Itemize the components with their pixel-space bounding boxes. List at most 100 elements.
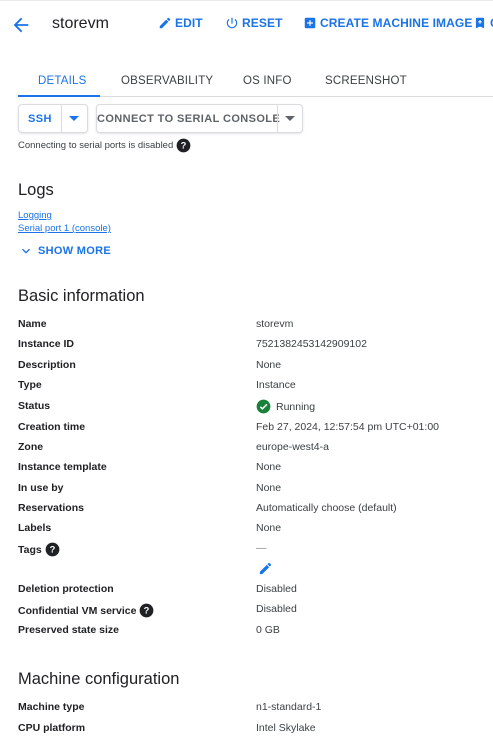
info-row-name: Name storevm	[18, 318, 488, 334]
info-value: europe-west4-a	[256, 441, 329, 453]
page-title: storevm	[52, 15, 109, 32]
info-label: Deletion protection	[18, 583, 114, 595]
info-row-status: Status Running	[18, 399, 488, 416]
tab-observability[interactable]: OBSERVABILITY	[121, 75, 213, 87]
logging-link[interactable]: Logging	[18, 210, 52, 221]
add-bookmark-icon	[475, 17, 485, 29]
info-value: None	[256, 482, 282, 494]
add-box-icon	[304, 17, 316, 29]
info-value: n1-standard-1	[256, 701, 322, 713]
check-circle-icon	[256, 399, 271, 414]
info-label: Confidential VM service	[18, 604, 137, 617]
edit-label: EDIT	[175, 16, 203, 30]
serial-ports-hint: Connecting to serial ports is disabled ?	[18, 138, 191, 153]
info-value: Intel Skylake	[256, 722, 316, 734]
info-label: Type	[18, 379, 42, 391]
edit-icon	[159, 17, 171, 29]
info-value: Instance	[256, 379, 296, 391]
info-row-instance-template: Instance template None	[18, 461, 488, 477]
show-more-button[interactable]: SHOW MORE	[18, 243, 111, 259]
active-tab-indicator	[18, 95, 100, 97]
info-value: Feb 27, 2024, 12:57:54 pm UTC+01:00	[256, 421, 439, 433]
info-label: CPU platform	[18, 722, 86, 734]
info-label: Description	[18, 359, 76, 371]
ssh-dropdown-button[interactable]	[62, 105, 87, 132]
info-label: Labels	[18, 522, 52, 534]
status-text: Running	[276, 400, 316, 413]
help-icon[interactable]: ?	[45, 542, 60, 557]
info-value: 7521382453142909102	[256, 338, 367, 350]
svg-text:?: ?	[181, 141, 187, 151]
ssh-button-group: SSH	[18, 104, 88, 133]
show-more-label: SHOW MORE	[38, 245, 111, 257]
info-row-zone: Zone europe-west4-a	[18, 441, 488, 457]
info-row-deletion-protection: Deletion protection Disabled	[18, 583, 488, 599]
info-label: Tags	[18, 543, 42, 556]
serial-console-dropdown-button[interactable]	[278, 105, 302, 132]
reset-label: RESET	[242, 16, 283, 30]
info-value: None	[256, 359, 282, 371]
overflow-action-button[interactable]: C	[473, 16, 493, 30]
info-row-reservations: Reservations Automatically choose (defau…	[18, 502, 488, 518]
info-label: Machine type	[18, 701, 85, 713]
info-label: Creation time	[18, 421, 86, 433]
svg-text:?: ?	[144, 606, 150, 616]
status-value: Running	[256, 399, 315, 414]
serial-port-link[interactable]: Serial port 1 (console)	[18, 223, 111, 234]
info-row-tags: Tags ? —	[18, 542, 488, 558]
info-row-machine-type: Machine type n1-standard-1	[18, 701, 488, 717]
reset-icon	[226, 17, 238, 29]
info-value: 0 GB	[256, 624, 280, 636]
edit-tags-icon[interactable]	[258, 561, 273, 576]
info-row-preserved-state: Preserved state size 0 GB	[18, 624, 488, 640]
basic-info-heading: Basic information	[18, 287, 145, 305]
info-row-description: Description None	[18, 359, 488, 375]
info-value: None	[256, 522, 282, 534]
help-icon[interactable]: ?	[139, 603, 154, 618]
info-row-instance-id: Instance ID 7521382453142909102	[18, 338, 488, 354]
back-arrow-icon[interactable]	[10, 14, 32, 36]
serial-ports-hint-text: Connecting to serial ports is disabled	[18, 140, 174, 152]
info-row-type: Type Instance	[18, 379, 488, 395]
machine-config-heading: Machine configuration	[18, 670, 180, 688]
create-machine-image-label: CREATE MACHINE IMAGE	[320, 16, 473, 30]
page-header: storevm EDIT RESET CREATE MACHINE IMAGE …	[0, 1, 493, 47]
info-label: In use by	[18, 482, 64, 494]
create-machine-image-button[interactable]: CREATE MACHINE IMAGE	[303, 16, 472, 30]
info-value: Disabled	[256, 583, 297, 595]
ssh-button[interactable]: SSH	[19, 113, 61, 125]
info-row-creation-time: Creation time Feb 27, 2024, 12:57:54 pm …	[18, 421, 488, 437]
chevron-down-icon	[22, 248, 30, 254]
chevron-down-icon	[69, 116, 80, 121]
tags-label: Tags ?	[18, 542, 60, 557]
tab-bar: DETAILS OBSERVABILITY OS INFO SCREENSHOT	[18, 68, 493, 97]
serial-console-button[interactable]: CONNECT TO SERIAL CONSOLE	[97, 113, 280, 125]
tab-details[interactable]: DETAILS	[38, 75, 86, 87]
info-label: Preserved state size	[18, 624, 119, 636]
serial-console-button-group: CONNECT TO SERIAL CONSOLE	[96, 104, 303, 133]
info-label: Instance ID	[18, 338, 75, 350]
info-value: storevm	[256, 318, 294, 330]
info-label: Instance template	[18, 461, 107, 473]
info-label: Name	[18, 318, 47, 330]
chevron-down-icon	[284, 116, 295, 121]
help-icon[interactable]: ?	[176, 138, 191, 153]
info-label: Status	[18, 400, 51, 412]
info-value: Disabled	[256, 603, 297, 615]
info-value: None	[256, 461, 282, 473]
info-row-confidential-vm: Confidential VM service ? Disabled	[18, 603, 488, 619]
info-label: Reservations	[18, 502, 84, 514]
info-row-labels: Labels None	[18, 522, 488, 538]
info-row-in-use-by: In use by None	[18, 482, 488, 498]
info-value: Automatically choose (default)	[256, 502, 397, 514]
edit-button[interactable]: EDIT	[158, 16, 203, 30]
info-row-cpu-platform: CPU platform Intel Skylake	[18, 722, 488, 738]
svg-text:?: ?	[49, 545, 55, 555]
info-value: —	[256, 542, 267, 554]
logs-heading: Logs	[18, 181, 54, 199]
tab-os-info[interactable]: OS INFO	[243, 75, 292, 87]
confidential-vm-label: Confidential VM service ?	[18, 603, 154, 618]
info-label: Zone	[18, 441, 44, 453]
reset-button[interactable]: RESET	[225, 16, 283, 30]
tab-screenshot[interactable]: SCREENSHOT	[325, 75, 407, 87]
